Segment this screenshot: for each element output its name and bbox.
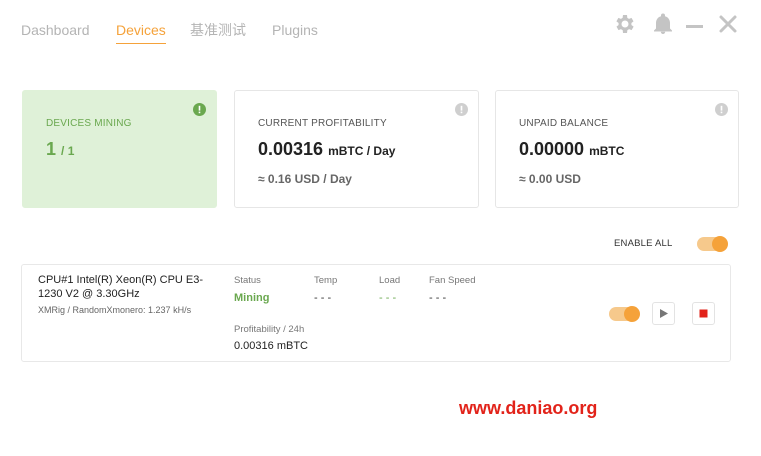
device-algorithm: XMRig / RandomXmonero: 1.237 kH/s bbox=[38, 305, 192, 315]
temp-value: - - - bbox=[314, 292, 332, 304]
profitability-24h-value: 0.00316 mBTC bbox=[234, 340, 308, 352]
devices-mining-label: DEVICES MINING bbox=[46, 118, 132, 129]
status-label: Status bbox=[234, 275, 261, 286]
devices-mining-total: / 1 bbox=[61, 144, 75, 158]
balance-value: 0.00000 mBTC bbox=[519, 139, 624, 160]
toggle-knob bbox=[712, 236, 728, 252]
balance-label: UNPAID BALANCE bbox=[519, 118, 609, 129]
tab-plugins[interactable]: Plugins bbox=[272, 20, 318, 40]
balance-unit: mBTC bbox=[589, 144, 625, 158]
tab-dashboard[interactable]: Dashboard bbox=[21, 20, 90, 40]
tab-devices[interactable]: Devices bbox=[116, 20, 166, 44]
stop-button[interactable] bbox=[692, 302, 715, 325]
status-value: Mining bbox=[234, 292, 270, 304]
device-row: CPU#1 Intel(R) Xeon(R) CPU E3-1230 V2 @ … bbox=[21, 264, 731, 362]
benchmark-button[interactable] bbox=[652, 302, 675, 325]
tab-benchmark[interactable]: 基准测试 bbox=[190, 20, 246, 40]
device-name: CPU#1 Intel(R) Xeon(R) CPU E3-1230 V2 @ … bbox=[38, 274, 204, 300]
play-icon bbox=[660, 309, 668, 318]
devices-mining-card: DEVICES MINING 1 / 1 bbox=[22, 90, 217, 208]
fan-speed-value: - - - bbox=[429, 292, 447, 304]
stop-icon bbox=[699, 309, 708, 318]
fan-speed-label: Fan Speed bbox=[429, 275, 476, 286]
profitability-24h-label: Profitability / 24h bbox=[234, 324, 305, 335]
profitability-usd: ≈ 0.16 USD / Day bbox=[258, 172, 352, 186]
profitability-label: CURRENT PROFITABILITY bbox=[258, 118, 387, 129]
minimize-icon[interactable] bbox=[683, 12, 707, 36]
window-controls bbox=[613, 12, 743, 36]
close-icon[interactable] bbox=[716, 12, 740, 36]
info-icon[interactable] bbox=[455, 103, 468, 116]
devices-mining-value: 1 / 1 bbox=[46, 139, 74, 160]
toggle-knob bbox=[624, 306, 640, 322]
bell-icon[interactable] bbox=[651, 12, 675, 36]
gear-icon[interactable] bbox=[613, 12, 637, 36]
load-value: - - - bbox=[379, 292, 397, 304]
balance-usd: ≈ 0.00 USD bbox=[519, 172, 581, 186]
profitability-unit: mBTC / Day bbox=[328, 144, 396, 158]
watermark: www.daniao.org bbox=[459, 398, 598, 418]
enable-all-toggle[interactable] bbox=[697, 236, 728, 252]
profitability-amount: 0.00316 bbox=[258, 139, 324, 159]
info-icon[interactable] bbox=[715, 103, 728, 116]
devices-mining-count: 1 bbox=[46, 139, 57, 159]
profitability-card: CURRENT PROFITABILITY 0.00316 mBTC / Day… bbox=[234, 90, 479, 208]
info-icon[interactable] bbox=[193, 103, 206, 116]
balance-amount: 0.00000 bbox=[519, 139, 585, 159]
balance-card: UNPAID BALANCE 0.00000 mBTC ≈ 0.00 USD bbox=[495, 90, 739, 208]
temp-label: Temp bbox=[314, 275, 338, 286]
enable-all-label: ENABLE ALL bbox=[614, 238, 673, 249]
profitability-value: 0.00316 mBTC / Day bbox=[258, 139, 395, 160]
device-toggle[interactable] bbox=[609, 306, 640, 322]
load-label: Load bbox=[379, 275, 401, 286]
